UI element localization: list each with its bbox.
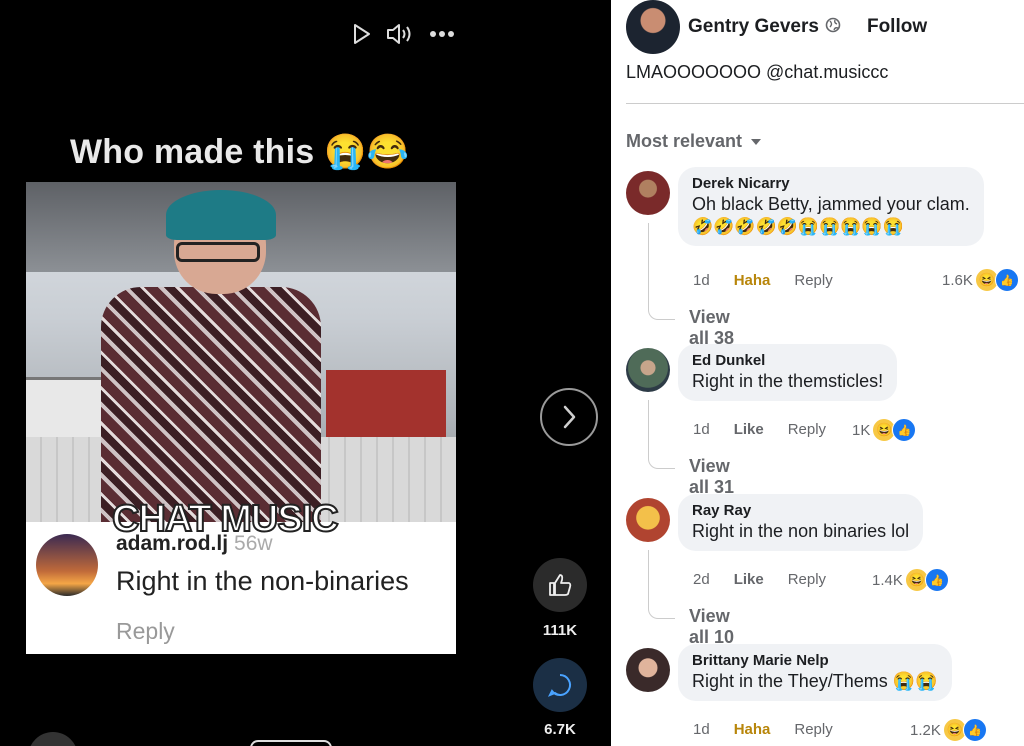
comment-actions: 1d Haha Reply xyxy=(693,721,833,738)
comment-actions: 1d Like Reply xyxy=(693,421,826,438)
like-reaction-icon: 👍 xyxy=(924,568,949,592)
comment-actions: 2d Like Reply xyxy=(693,571,826,588)
embedded-comment-reply: Reply xyxy=(116,618,175,644)
divider xyxy=(626,103,1024,104)
comment-bubble: Derek Nicarry Oh black Betty, jammed you… xyxy=(678,167,984,246)
embedded-comment-avatar xyxy=(36,534,98,596)
reaction-count: 1.2K xyxy=(910,721,941,739)
thread-line xyxy=(648,550,675,619)
like-count: 111K xyxy=(542,622,578,639)
like-reaction-icon: 👍 xyxy=(994,268,1019,292)
embedded-comment-text: Right in the non-binaries xyxy=(116,566,409,596)
thread-line xyxy=(648,400,675,469)
next-video-button[interactable] xyxy=(540,388,598,446)
author-name[interactable]: Gentry Gevers xyxy=(688,16,819,38)
embedded-comment-card: adam.rod.lj 56w Right in the non-binaries… xyxy=(26,522,456,654)
reply-button[interactable]: Reply xyxy=(794,272,832,289)
comment-text: Oh black Betty, jammed your clam. xyxy=(692,194,970,214)
post-caption: LMAOOOOOOO @chat.musiccc xyxy=(626,62,889,82)
play-icon[interactable] xyxy=(352,23,372,45)
reaction-button[interactable]: Like xyxy=(734,571,764,588)
thumbs-up-icon xyxy=(549,574,572,596)
comment-time[interactable]: 1d xyxy=(693,421,710,438)
comment-time[interactable]: 2d xyxy=(693,571,710,588)
reaction-count: 1.4K xyxy=(872,571,903,589)
video-controls xyxy=(352,22,454,46)
reaction-summary[interactable]: 1.6K 😆 👍 xyxy=(942,268,1019,292)
comment-bubble: Ray Ray Right in the non binaries lol xyxy=(678,494,924,551)
commenter-name[interactable]: Brittany Marie Nelp xyxy=(692,652,938,669)
chevron-right-icon xyxy=(563,405,576,429)
reaction-button[interactable]: Haha xyxy=(734,272,771,289)
like-video-button[interactable] xyxy=(533,558,587,612)
reply-button[interactable]: Reply xyxy=(794,721,832,738)
comment-time[interactable]: 1d xyxy=(693,272,710,289)
reply-button[interactable]: Reply xyxy=(788,571,826,588)
commenter-avatar[interactable] xyxy=(626,171,670,215)
comment-bubble: Brittany Marie Nelp Right in the They/Th… xyxy=(678,644,952,701)
commenter-name[interactable]: Derek Nicarry xyxy=(692,175,970,192)
thread-line xyxy=(648,223,675,320)
volume-icon[interactable] xyxy=(386,22,416,46)
follow-button[interactable]: Follow xyxy=(867,16,927,38)
comment-actions: 1d Haha Reply xyxy=(693,272,833,289)
comment-time[interactable]: 1d xyxy=(693,721,710,738)
like-reaction-icon: 👍 xyxy=(892,418,917,442)
like-reaction-icon: 👍 xyxy=(962,718,987,742)
commenter-name[interactable]: Ray Ray xyxy=(692,502,909,519)
commenter-avatar[interactable] xyxy=(626,348,670,392)
comment-text: Right in the themsticles! xyxy=(692,371,884,391)
more-icon[interactable] xyxy=(430,30,454,38)
reaction-count: 1K xyxy=(852,421,871,439)
video-player[interactable]: Who made this 😭😂 adam.rod.lj 56w Right in… xyxy=(0,0,611,746)
video-scene xyxy=(26,182,456,522)
caret-down-icon xyxy=(751,138,762,145)
comment-emojis: 🤣🤣🤣🤣🤣😭😭😭😭😭 xyxy=(692,217,904,236)
commenter-avatar[interactable] xyxy=(626,648,670,692)
globe-icon xyxy=(825,17,841,38)
sort-label: Most relevant xyxy=(626,131,743,151)
reply-button[interactable]: Reply xyxy=(788,421,826,438)
author-avatar[interactable] xyxy=(626,0,680,54)
commenter-avatar[interactable] xyxy=(626,498,670,542)
reaction-summary[interactable]: 1.2K 😆 👍 xyxy=(910,718,987,742)
comment-text: Right in the They/Thems 😭😭 xyxy=(692,671,938,691)
comment-text: Right in the non binaries lol xyxy=(692,521,910,541)
commenter-name[interactable]: Ed Dunkel xyxy=(692,352,883,369)
comment-icon xyxy=(547,674,571,697)
video-overlay-title: Who made this 😭😂 xyxy=(70,133,410,171)
comment-count: 6.7K xyxy=(544,721,576,738)
comment-bubble: Ed Dunkel Right in the themsticles! xyxy=(678,344,898,401)
bottom-chip[interactable] xyxy=(250,740,332,746)
reaction-summary[interactable]: 1K 😆 👍 xyxy=(852,418,917,442)
sort-dropdown[interactable]: Most relevant xyxy=(626,131,762,152)
reaction-button[interactable]: Haha xyxy=(734,721,771,738)
comment-video-button[interactable] xyxy=(533,658,587,712)
reaction-count: 1.6K xyxy=(942,271,973,289)
comments-panel: Gentry Gevers Follow LMAOOOOOOO @chat.mu… xyxy=(611,0,1024,746)
reaction-summary[interactable]: 1.4K 😆 👍 xyxy=(872,568,949,592)
video-frame: adam.rod.lj 56w Right in the non-binaries… xyxy=(26,182,456,654)
bottom-avatar xyxy=(28,732,78,746)
watermark-text: CHAT MUSIC xyxy=(111,497,340,541)
reaction-button[interactable]: Like xyxy=(734,421,764,438)
post-header: Gentry Gevers Follow xyxy=(626,0,927,54)
